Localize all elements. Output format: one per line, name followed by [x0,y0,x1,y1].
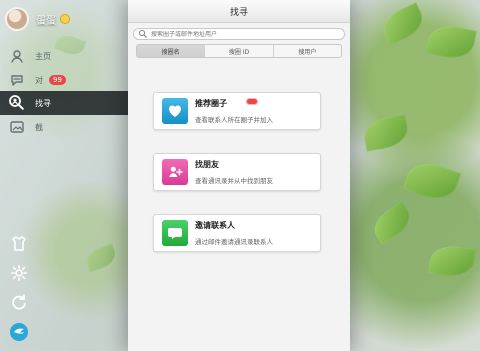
decorative-leaf [368,201,416,245]
search-input[interactable] [151,30,341,38]
shirt-icon[interactable] [8,232,30,254]
card-title: 推荐圈子 [195,99,227,108]
decorative-leaf [361,114,411,152]
left-navigation: 蛋蛋 主页 对 99 找寻 截 [0,0,128,351]
photo-icon [8,118,26,136]
nav-item-label: 找寻 [35,98,51,108]
main-panel: 找寻 搜圈名 搜圈 ID 搜用户 推荐圈子 查看联系人所在圈子并加入 [128,0,350,351]
tab-search-circle-id[interactable]: 搜圈 ID [205,45,274,57]
new-indicator [246,98,258,105]
card-invite-contacts[interactable]: 邀请联系人 通过邮件邀请通讯录联系人 [153,214,321,252]
tab-search-user[interactable]: 搜用户 [274,45,341,57]
user-status-badge [60,14,70,24]
user-row[interactable]: 蛋蛋 [0,0,128,38]
search-scope-tabs: 搜圈名 搜圈 ID 搜用户 [136,44,342,58]
unread-badge: 99 [49,75,66,85]
card-find-friends[interactable]: 找朋友 查看通讯录并从中找到朋友 [153,153,321,191]
nav-item-label: 截 [35,122,43,132]
search-bar[interactable] [133,28,345,40]
message-icon [162,220,188,246]
search-icon [137,28,149,40]
chat-icon [8,71,26,89]
gear-icon[interactable] [8,262,30,284]
decorative-leaf [428,243,476,279]
nav-item-discover[interactable]: 找寻 [0,91,128,115]
nav-item-messages[interactable]: 对 99 [0,68,128,92]
card-title: 邀请联系人 [195,221,235,230]
user-name: 蛋蛋 [36,15,56,27]
nav-item-photos[interactable]: 截 [0,115,128,139]
search-people-icon [8,94,26,112]
nav-item-home[interactable]: 主页 [0,44,128,68]
card-title: 找朋友 [195,160,219,169]
app-logo-icon [8,321,30,343]
card-recommended-circles[interactable]: 推荐圈子 查看联系人所在圈子并加入 [153,92,321,130]
decorative-leaf [402,156,462,206]
add-friend-icon [162,159,188,185]
card-subtitle: 查看通讯录并从中找到朋友 [195,177,273,185]
page-title: 找寻 [128,0,350,23]
profile-icon [8,47,26,65]
decorative-leaf [425,21,477,63]
nav-item-label: 主页 [35,51,51,61]
avatar[interactable] [5,7,29,31]
card-subtitle: 查看联系人所在圈子并加入 [195,116,273,124]
tab-search-circle-name[interactable]: 搜圈名 [137,45,206,57]
refresh-icon[interactable] [8,291,30,313]
decorative-leaf [378,2,428,46]
nav-item-label: 对 [35,75,43,85]
card-subtitle: 通过邮件邀请通讯录联系人 [195,238,273,246]
heart-icon [162,98,188,124]
